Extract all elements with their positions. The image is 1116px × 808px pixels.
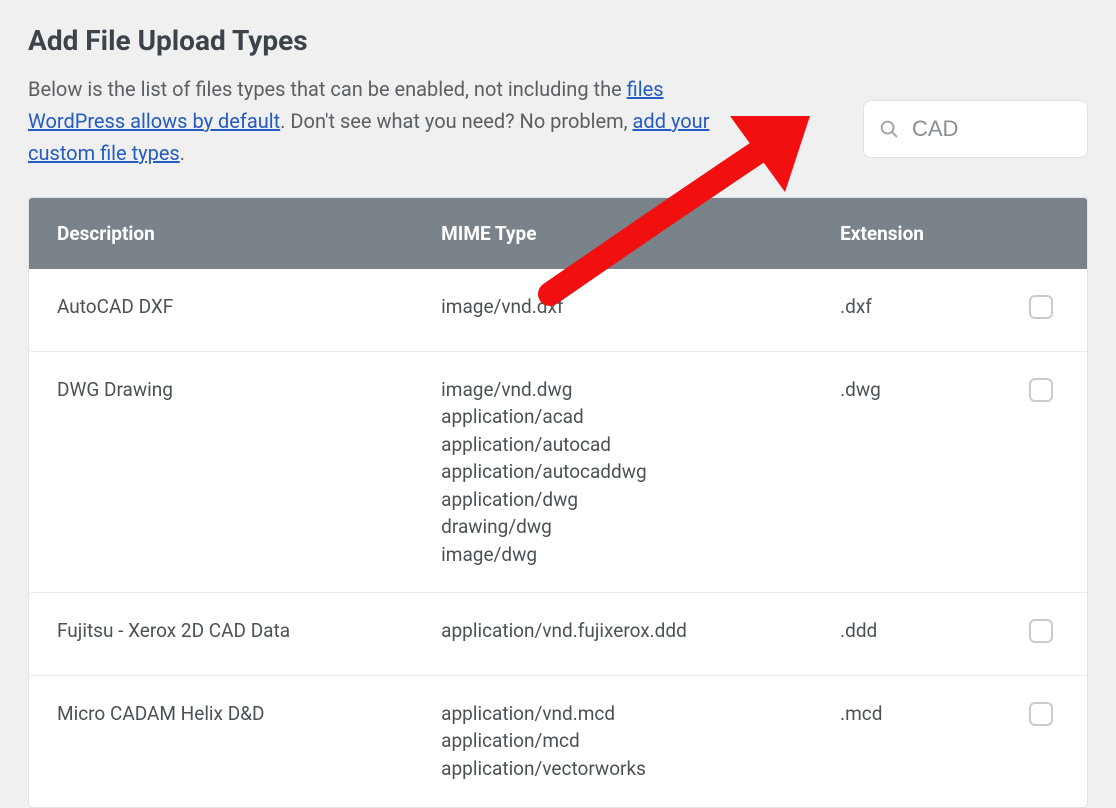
search-container [863, 100, 1088, 158]
table-row: AutoCAD DXF image/vnd.dxf .dxf [29, 269, 1087, 351]
cell-mime: application/vnd.fujixerox.ddd [413, 593, 812, 676]
mime-value: image/vnd.dxf [441, 293, 784, 321]
file-types-table: Description MIME Type Extension AutoCAD … [28, 197, 1088, 808]
intro-text: Below is the list of files types that ca… [28, 73, 728, 169]
table-header-row: Description MIME Type Extension [29, 198, 1087, 269]
mime-value: application/vectorworks [441, 755, 784, 783]
table-row: Micro CADAM Helix D&Dapplication/vnd.mcd… [29, 675, 1087, 806]
cell-description: Micro CADAM Helix D&D [29, 675, 413, 806]
cell-enable [1001, 593, 1087, 676]
enable-checkbox[interactable] [1029, 619, 1053, 643]
mime-value: application/dwg [441, 486, 784, 514]
col-mime: MIME Type [413, 198, 812, 269]
cell-mime: application/vnd.mcdapplication/mcdapplic… [413, 675, 812, 806]
intro-mid: . Don't see what you need? No problem, [280, 109, 632, 133]
mime-value: image/vnd.dwg [441, 376, 784, 404]
mime-value: application/acad [441, 403, 784, 431]
mime-value: image/dwg [441, 541, 784, 569]
mime-value: application/vnd.mcd [441, 700, 784, 728]
enable-checkbox[interactable] [1029, 702, 1053, 726]
search-input[interactable] [912, 116, 1073, 142]
cell-enable [1001, 351, 1087, 593]
mime-value: drawing/dwg [441, 513, 784, 541]
search-icon [878, 118, 900, 140]
page-title: Add File Upload Types [28, 24, 1088, 57]
col-enable [1001, 198, 1087, 269]
cell-mime: image/vnd.dxf [413, 269, 812, 351]
cell-extension: .dwg [812, 351, 1001, 593]
enable-checkbox[interactable] [1029, 378, 1053, 402]
cell-enable [1001, 269, 1087, 351]
mime-value: application/vnd.fujixerox.ddd [441, 617, 784, 645]
cell-mime: image/vnd.dwgapplication/acadapplication… [413, 351, 812, 593]
col-extension: Extension [812, 198, 1001, 269]
table-row: DWG Drawingimage/vnd.dwgapplication/acad… [29, 351, 1087, 593]
cell-extension: .dxf [812, 269, 1001, 351]
cell-description: AutoCAD DXF [29, 269, 413, 351]
table-row: Fujitsu - Xerox 2D CAD Data application/v… [29, 593, 1087, 676]
mime-value: application/autocad [441, 431, 784, 459]
intro-post: . [180, 141, 185, 165]
mime-value: application/autocaddwg [441, 458, 784, 486]
mime-value: application/mcd [441, 727, 784, 755]
cell-enable [1001, 675, 1087, 806]
cell-description: Fujitsu - Xerox 2D CAD Data [29, 593, 413, 676]
enable-checkbox[interactable] [1029, 295, 1053, 319]
cell-description: DWG Drawing [29, 351, 413, 593]
cell-extension: .ddd [812, 593, 1001, 676]
intro-pre: Below is the list of files types that ca… [28, 77, 627, 101]
col-description: Description [29, 198, 413, 269]
cell-extension: .mcd [812, 675, 1001, 806]
